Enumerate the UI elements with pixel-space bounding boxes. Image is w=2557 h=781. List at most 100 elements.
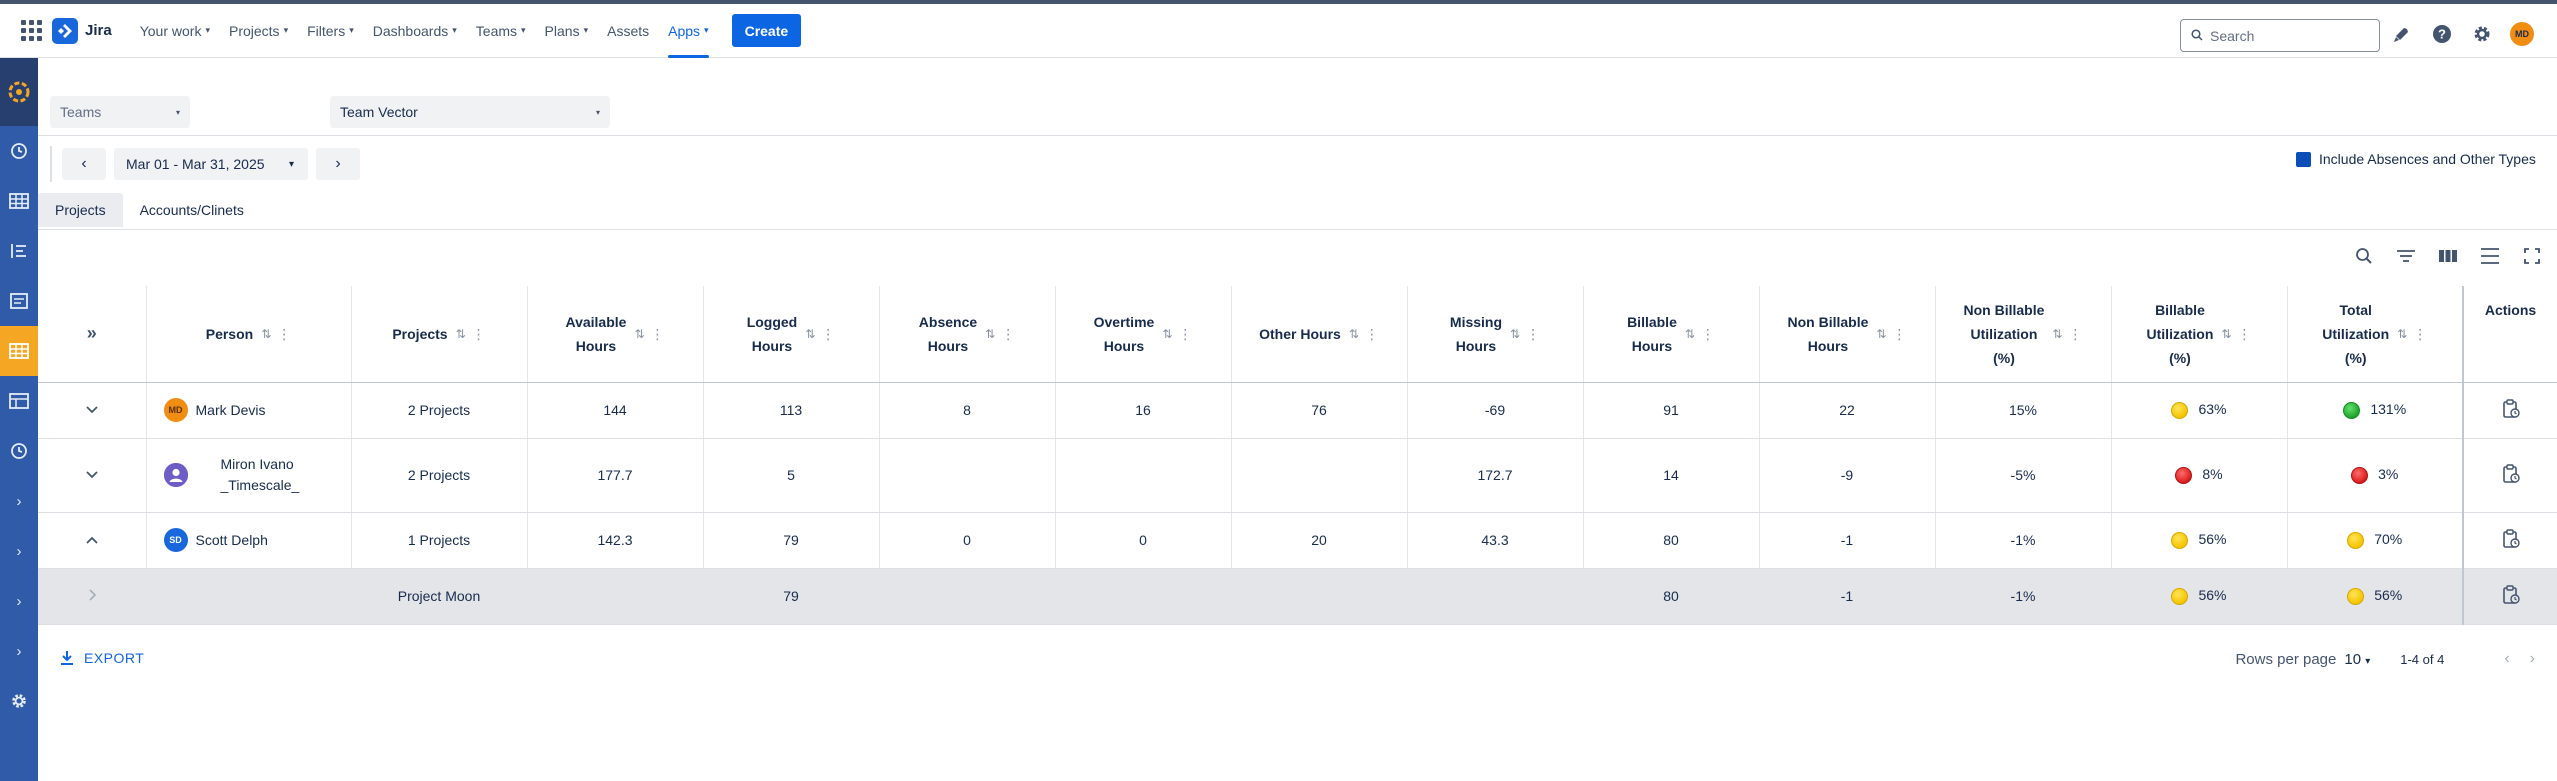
utilization-table-icon[interactable] bbox=[0, 326, 38, 376]
nav-plans[interactable]: Plans ▾ bbox=[545, 4, 589, 58]
column-header-absence-hours[interactable]: Absence Hours ⇅ ⋮ bbox=[879, 286, 1056, 383]
search-icon[interactable] bbox=[2354, 246, 2374, 266]
column-menu-icon[interactable]: ⋮ bbox=[1365, 322, 1379, 346]
sort-icon[interactable]: ⇅ bbox=[1162, 322, 1172, 346]
column-menu-icon[interactable]: ⋮ bbox=[821, 322, 835, 346]
timesheet-app-logo-icon[interactable] bbox=[0, 58, 38, 126]
column-menu-icon[interactable]: ⋮ bbox=[1001, 322, 1015, 346]
sort-icon[interactable]: ⇅ bbox=[1349, 322, 1359, 346]
collapse-row-chevron-up-icon[interactable] bbox=[38, 512, 147, 569]
column-menu-icon[interactable]: ⋮ bbox=[1526, 322, 1540, 346]
double-chevron-right-icon[interactable]: » bbox=[87, 323, 97, 343]
column-header-non-billable-hours[interactable]: Non Billable Hours ⇅ ⋮ bbox=[1759, 286, 1936, 383]
chevron-right-icon[interactable]: › bbox=[0, 476, 38, 526]
fullscreen-icon[interactable] bbox=[2522, 246, 2542, 266]
scope-select[interactable]: Teams ▾ bbox=[50, 96, 190, 128]
columns-icon[interactable] bbox=[2438, 246, 2458, 266]
column-header-missing-hours[interactable]: Missing Hours ⇅ ⋮ bbox=[1407, 286, 1584, 383]
chevron-right-icon[interactable]: › bbox=[0, 626, 38, 676]
expand-row-chevron-down-icon[interactable] bbox=[38, 438, 147, 513]
column-menu-icon[interactable]: ⋮ bbox=[651, 322, 665, 346]
rows-per-page-select[interactable]: 10 ▾ bbox=[2344, 651, 2370, 668]
column-menu-icon[interactable]: ⋮ bbox=[2068, 322, 2082, 346]
available-hours-cell: 142.3 bbox=[527, 512, 704, 569]
tab-projects[interactable]: Projects bbox=[38, 193, 123, 227]
column-menu-icon[interactable]: ⋮ bbox=[2237, 322, 2251, 346]
nav-filters[interactable]: Filters ▾ bbox=[307, 4, 354, 58]
nav-dashboards[interactable]: Dashboards ▾ bbox=[373, 4, 457, 58]
nav-apps[interactable]: Apps ▾ bbox=[668, 4, 710, 58]
filter-icon[interactable] bbox=[2396, 246, 2416, 266]
help-icon[interactable]: ? bbox=[2430, 22, 2454, 46]
sort-icon[interactable]: ⇅ bbox=[2221, 322, 2231, 346]
person-name-line: Miron Ivano bbox=[220, 456, 294, 472]
previous-period-button[interactable]: ‹ bbox=[62, 148, 106, 180]
nav-teams[interactable]: Teams ▾ bbox=[476, 4, 526, 58]
notifications-icon[interactable] bbox=[2390, 22, 2414, 46]
clipboard-clock-icon[interactable] bbox=[2502, 528, 2520, 552]
sort-icon[interactable]: ⇅ bbox=[456, 322, 466, 346]
settings-gear-icon[interactable] bbox=[2470, 22, 2494, 46]
column-header-person[interactable]: Person ⇅ ⋮ bbox=[146, 286, 352, 383]
column-menu-icon[interactable]: ⋮ bbox=[472, 322, 486, 346]
tab-accounts-clients[interactable]: Accounts/Clinets bbox=[123, 193, 261, 227]
density-icon[interactable] bbox=[2480, 246, 2500, 266]
clock-icon[interactable] bbox=[0, 126, 38, 176]
next-period-button[interactable]: › bbox=[316, 148, 360, 180]
user-avatar[interactable]: MD bbox=[2510, 22, 2534, 46]
report-icon[interactable] bbox=[0, 276, 38, 326]
column-menu-icon[interactable]: ⋮ bbox=[277, 322, 291, 346]
sort-icon[interactable]: ⇅ bbox=[634, 322, 644, 346]
clipboard-clock-icon[interactable] bbox=[2502, 398, 2520, 422]
nav-your-work[interactable]: Your work ▾ bbox=[140, 4, 210, 58]
sort-icon[interactable]: ⇅ bbox=[2397, 322, 2407, 346]
app-switcher-icon[interactable] bbox=[20, 20, 42, 42]
nav-assets[interactable]: Assets bbox=[607, 4, 649, 58]
column-header-logged-hours[interactable]: Logged Hours ⇅ ⋮ bbox=[703, 286, 880, 383]
sort-icon[interactable]: ⇅ bbox=[805, 322, 815, 346]
board-icon[interactable] bbox=[0, 376, 38, 426]
clipboard-clock-icon[interactable] bbox=[2502, 463, 2520, 487]
column-header-billable-utilization[interactable]: Billable Utilization (%) ⇅ ⋮ bbox=[2111, 286, 2288, 383]
team-select[interactable]: Team Vector ▾ bbox=[330, 96, 610, 128]
create-button[interactable]: Create bbox=[731, 14, 802, 47]
sort-icon[interactable]: ⇅ bbox=[2052, 322, 2062, 346]
next-page-button[interactable]: › bbox=[2530, 650, 2535, 668]
column-header-projects[interactable]: Projects ⇅ ⋮ bbox=[351, 286, 528, 383]
sort-icon[interactable]: ⇅ bbox=[1685, 322, 1695, 346]
calendar-grid-icon[interactable] bbox=[0, 176, 38, 226]
sort-icon[interactable]: ⇅ bbox=[985, 322, 995, 346]
column-menu-icon[interactable]: ⋮ bbox=[1178, 322, 1192, 346]
chevron-down-icon: ▾ bbox=[2365, 655, 2371, 667]
column-menu-icon[interactable]: ⋮ bbox=[1892, 322, 1906, 346]
jira-logo[interactable]: Jira bbox=[52, 17, 112, 44]
column-header-overtime-hours[interactable]: Overtime Hours ⇅ ⋮ bbox=[1055, 286, 1232, 383]
nav-projects[interactable]: Projects ▾ bbox=[229, 4, 288, 58]
column-header-available-hours[interactable]: Available Hours ⇅ ⋮ bbox=[527, 286, 704, 383]
svg-text:?: ? bbox=[2438, 27, 2446, 42]
column-header-billable-hours[interactable]: Billable Hours ⇅ ⋮ bbox=[1583, 286, 1760, 383]
overtime-hours-cell: 16 bbox=[1055, 382, 1232, 439]
chevron-right-icon[interactable]: › bbox=[0, 526, 38, 576]
column-menu-icon[interactable]: ⋮ bbox=[2413, 322, 2427, 346]
history-clock-icon[interactable] bbox=[0, 426, 38, 476]
column-header-non-billable-utilization[interactable]: Non Billable Utilization (%) ⇅ ⋮ bbox=[1935, 286, 2112, 383]
expand-row-chevron-down-icon[interactable] bbox=[38, 382, 147, 439]
previous-page-button[interactable]: ‹ bbox=[2504, 650, 2509, 668]
timeline-icon[interactable] bbox=[0, 226, 38, 276]
export-button[interactable]: EXPORT bbox=[60, 650, 144, 666]
sort-icon[interactable]: ⇅ bbox=[1876, 322, 1886, 346]
sort-icon[interactable]: ⇅ bbox=[1510, 322, 1520, 346]
sort-icon[interactable]: ⇅ bbox=[261, 322, 271, 346]
main-nav: Your work ▾ Projects ▾ Filters ▾ Dashboards… bbox=[140, 4, 802, 58]
search-input[interactable]: Search bbox=[2180, 19, 2380, 52]
clipboard-clock-icon[interactable] bbox=[2502, 584, 2520, 608]
settings-gear-icon[interactable] bbox=[0, 676, 38, 726]
column-header-total-utilization[interactable]: Total Utilization (%) ⇅ ⋮ bbox=[2287, 286, 2464, 383]
date-range-select[interactable]: Mar 01 - Mar 31, 2025 ▾ bbox=[114, 148, 308, 180]
column-menu-icon[interactable]: ⋮ bbox=[1701, 322, 1715, 346]
chevron-right-icon[interactable]: › bbox=[0, 576, 38, 626]
header-label: Person bbox=[205, 325, 254, 342]
include-absences-checkbox[interactable]: Include Absences and Other Types bbox=[2296, 151, 2536, 167]
column-header-other-hours[interactable]: Other Hours ⇅ ⋮ bbox=[1231, 286, 1408, 383]
